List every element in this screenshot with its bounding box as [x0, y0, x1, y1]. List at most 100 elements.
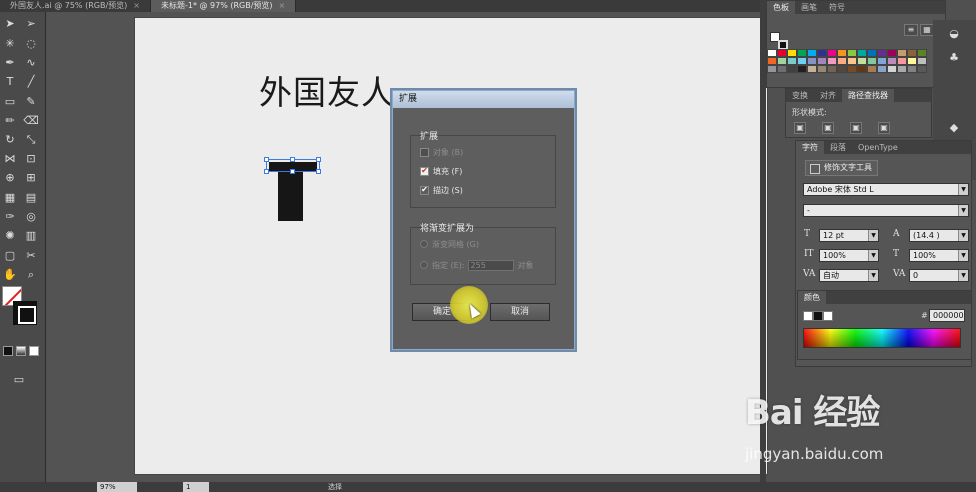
selection-handle[interactable] [316, 157, 321, 162]
swatch[interactable] [767, 49, 777, 57]
intersect-icon[interactable]: ▣ [850, 122, 862, 134]
tab-character[interactable]: 字符 [796, 141, 824, 154]
font-style-select[interactable]: - ▼ [803, 204, 969, 217]
swatch[interactable] [847, 49, 857, 57]
swatch[interactable] [777, 65, 787, 73]
artboard-tool-icon[interactable]: ▢ [3, 248, 17, 262]
swatch[interactable] [867, 65, 877, 73]
swatch[interactable] [877, 57, 887, 65]
rotate-tool-icon[interactable]: ↻ [3, 132, 17, 146]
selection-handle[interactable] [290, 157, 295, 162]
swatch[interactable] [767, 57, 777, 65]
direct-selection-tool-icon[interactable]: ➢ [24, 16, 38, 30]
list-view-icon[interactable]: ≡ [904, 24, 918, 36]
pen-tool-icon[interactable]: ✒ [3, 55, 17, 69]
stroke-option[interactable]: ✔ 描边 (S) [420, 184, 463, 196]
gradient-mesh-radio[interactable] [420, 240, 428, 248]
swatch[interactable] [787, 65, 797, 73]
selection-handle[interactable] [316, 169, 321, 174]
scale-tool-icon[interactable]: ⤡ [24, 132, 38, 146]
swatch[interactable] [907, 65, 917, 73]
swatch[interactable] [787, 57, 797, 65]
blend-tool-icon[interactable]: ◎ [24, 209, 38, 223]
swatch[interactable] [817, 49, 827, 57]
vertical-scale-input[interactable]: 100% ▼ [819, 249, 879, 262]
swatch[interactable] [787, 49, 797, 57]
color-fill-none[interactable] [803, 311, 813, 321]
doc-tab-2[interactable]: 未标题-1* @ 97% (RGB/预览) × [150, 0, 297, 12]
swatch[interactable] [797, 57, 807, 65]
paintbrush-icon[interactable]: ✎ [24, 94, 38, 108]
leading-input[interactable]: (14.4 ) ▼ [909, 229, 969, 242]
graph-tool-icon[interactable]: ▥ [24, 228, 38, 242]
tab-transform[interactable]: 变换 [786, 89, 814, 102]
color-black-swatch[interactable] [813, 311, 823, 321]
swatch[interactable] [907, 49, 917, 57]
mesh-tool-icon[interactable]: ▦ [3, 190, 17, 204]
swatch[interactable] [857, 65, 867, 73]
swatch[interactable] [887, 57, 897, 65]
horizontal-scale-input[interactable]: 100% ▼ [909, 249, 969, 262]
cancel-button[interactable]: 取消 [490, 303, 550, 321]
type-tool-icon[interactable]: T [3, 74, 17, 88]
swatch[interactable] [807, 65, 817, 73]
swatch[interactable] [777, 49, 787, 57]
swatch[interactable] [807, 57, 817, 65]
tab-opentype[interactable]: OpenType [852, 141, 904, 154]
perspective-grid-icon[interactable]: ⊞ [24, 170, 38, 184]
exclude-icon[interactable]: ▣ [878, 122, 890, 134]
gradient-mesh-option[interactable]: 渐变网格 (G) [420, 238, 479, 250]
tab-align[interactable]: 对齐 [814, 89, 842, 102]
hex-color-input[interactable]: 000000 [929, 309, 965, 322]
swatch[interactable] [837, 65, 847, 73]
swatch[interactable] [867, 57, 877, 65]
touch-type-tool-button[interactable]: 修饰文字工具 [805, 160, 878, 176]
unite-icon[interactable]: ▣ [794, 122, 806, 134]
color-white-swatch[interactable] [823, 311, 833, 321]
swatch[interactable] [877, 49, 887, 57]
tab-paragraph[interactable]: 段落 [824, 141, 852, 154]
tab-symbols[interactable]: 符号 [823, 1, 851, 14]
swatch[interactable] [777, 57, 787, 65]
selection-handle[interactable] [264, 169, 269, 174]
swatch[interactable] [867, 49, 877, 57]
close-icon[interactable]: × [133, 1, 140, 10]
free-transform-icon[interactable]: ⊡ [24, 151, 38, 165]
hand-tool-icon[interactable]: ✋ [3, 267, 17, 281]
swatch[interactable] [797, 49, 807, 57]
swatch[interactable] [827, 49, 837, 57]
tab-pathfinder[interactable]: 路径查找器 [842, 89, 894, 102]
selection-handle[interactable] [264, 157, 269, 162]
swatch[interactable] [877, 65, 887, 73]
doc-tab-1[interactable]: 外国友人.ai @ 75% (RGB/预览) × [0, 0, 151, 12]
swatch[interactable] [907, 57, 917, 65]
object-option[interactable]: 对象 (B) [420, 146, 463, 158]
font-family-select[interactable]: Adobe 宋体 Std L ▼ [803, 183, 969, 196]
screen-mode-icon[interactable]: ▭ [12, 372, 26, 386]
pencil-tool-icon[interactable]: ✏ [3, 113, 17, 127]
swatch-grid[interactable] [767, 49, 931, 83]
object-checkbox[interactable] [420, 147, 429, 157]
magic-wand-icon[interactable]: ✳ [3, 36, 17, 50]
swatch[interactable] [817, 65, 827, 73]
zoom-field[interactable]: 97% [97, 482, 137, 492]
minus-front-icon[interactable]: ▣ [822, 122, 834, 134]
none-mode-button[interactable] [29, 346, 39, 356]
swatch[interactable] [847, 57, 857, 65]
fill-option[interactable]: ✔ 填充 (F) [420, 165, 462, 177]
swatch[interactable] [887, 49, 897, 57]
grid-view-icon[interactable]: ▦ [920, 24, 934, 36]
swatch[interactable] [917, 49, 927, 57]
club-icon[interactable]: ♣ [947, 50, 961, 64]
eyedropper-icon[interactable]: ✑ [3, 209, 17, 223]
color-mode-button[interactable] [3, 346, 13, 356]
zoom-tool-icon[interactable]: ⌕ [24, 267, 38, 281]
panel-icon[interactable]: ◆ [947, 120, 961, 134]
swatch[interactable] [897, 49, 907, 57]
swatch[interactable] [847, 65, 857, 73]
color-guide-icon[interactable]: ◒ [947, 26, 961, 40]
stroke-swatch[interactable] [13, 301, 37, 325]
artboard-title-text[interactable]: 外国友人 [259, 66, 395, 114]
kerning-input[interactable]: 自动 ▼ [819, 269, 879, 282]
gradient-tool-icon[interactable]: ▤ [24, 190, 38, 204]
